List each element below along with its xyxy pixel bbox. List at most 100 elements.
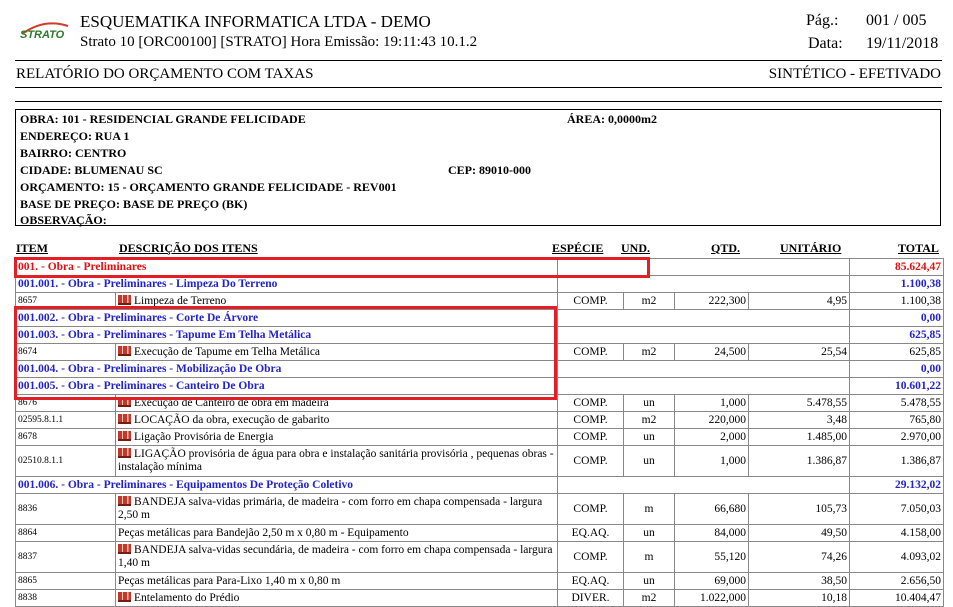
group-total: 0,00 [849,360,945,378]
logo-text: STRATO [20,29,65,41]
item-unitario: 10,18 [748,589,851,607]
item-unitario: 74,26 [748,541,851,573]
item-description: LOCAÇÃO da obra, execução de gabarito [114,411,559,429]
empty-cell [557,360,851,378]
empty-cell [557,275,851,293]
brick-icon [118,544,131,554]
col-unitario: UNITÁRIO [780,241,842,255]
item-und: un [623,445,676,477]
obra-name: OBRA: 101 - RESIDENCIAL GRANDE FELICIDAD… [20,112,306,126]
item-especie: COMP. [557,445,625,477]
highlight-box [14,257,650,278]
item-total: 2.970,00 [849,428,945,446]
item-especie: COMP. [557,411,625,429]
item-total: 625,85 [849,343,945,361]
item-total: 10.404,47 [849,589,945,607]
item-row: 02595.8.1.1 LOCAÇÃO da obra, execução de … [15,411,945,429]
item-qtd: 24,500 [674,343,750,361]
item-description: BANDEJA salva-vidas primária, de madeira… [114,493,559,525]
page-value: 001 / 005 [866,12,927,29]
item-especie: EQ.AQ. [557,524,625,542]
group-total: 0,00 [849,309,945,327]
item-total: 4.158,00 [849,524,945,542]
obra-cidade: CIDADE: BLUMENAU SC [20,163,163,177]
item-qtd: 66,680 [674,493,750,525]
item-qtd: 1,000 [674,445,750,477]
item-especie: DIVER. [557,589,625,607]
item-code: 8836 [15,493,116,525]
item-row: 8837 BANDEJA salva-vidas secundária, de m… [15,541,945,573]
item-row: 8838 Entelamento do Prédio DIVER. m2 1.022,0… [15,589,945,607]
item-row: 8836 BANDEJA salva-vidas primária, de mad… [15,493,945,525]
strato-logo: STRATO [20,22,69,41]
obra-base-preco: BASE DE PREÇO: BASE DE PREÇO (BK) [20,197,248,211]
brick-icon [118,448,131,458]
item-description-text: BANDEJA salva-vidas secundária, de madei… [118,544,553,569]
group-label: 001.006. - Obra - Preliminares - Equipam… [14,476,559,494]
item-description: Peças metálicas para Bandejão 2,50 m x 0… [114,524,559,542]
item-description: Entelamento do Prédio [114,589,559,607]
item-description-text: Ligação Provisória de Energia [134,431,274,443]
item-qtd: 69,000 [674,572,750,590]
highlight-box [14,306,557,400]
item-total: 5.478,55 [849,394,945,412]
item-qtd: 84,000 [674,524,750,542]
page-label: Pág.: [806,12,839,29]
item-description-text: BANDEJA salva-vidas primária, de madeira… [118,496,543,521]
item-und: m [623,493,676,525]
item-total: 1.386,87 [849,445,945,477]
group-total: 29.132,02 [849,476,945,494]
item-qtd: 2,000 [674,428,750,446]
item-unitario: 5.478,55 [748,394,851,412]
item-code: 02510.8.1.1 [15,445,116,477]
item-especie: COMP. [557,541,625,573]
item-und: m [623,541,676,573]
group-row: 001.006. - Obra - Preliminares - Equipam… [14,476,945,494]
group-label: 001.001. - Obra - Preliminares - Limpeza… [14,275,559,293]
item-especie: COMP. [557,292,625,310]
item-qtd: 1.022,000 [674,589,750,607]
report-title: RELATÓRIO DO ORÇAMENTO COM TAXAS [16,66,314,82]
item-und: m2 [623,589,676,607]
item-total: 765,80 [849,411,945,429]
item-und: un [623,572,676,590]
brick-icon [118,496,131,506]
divider [15,60,942,61]
item-especie: COMP. [557,493,625,525]
date-label: Data: [808,35,843,52]
brick-icon [118,295,131,305]
item-und: un [623,394,676,412]
item-row: 8865 Peças metálicas para Para-Lixo 1,40 … [15,572,945,590]
obra-info-box: OBRA: 101 - RESIDENCIAL GRANDE FELICIDAD… [15,109,941,227]
item-unitario: 25,54 [748,343,851,361]
item-description-text: Peças metálicas para Bandejão 2,50 m x 0… [118,527,409,539]
obra-endereco: ENDEREÇO: RUA 1 [20,129,130,143]
brick-icon [118,592,131,602]
divider [15,101,942,102]
item-description-text: LOCAÇÃO da obra, execução de gabarito [134,414,330,426]
col-especie: ESPÉCIE [552,241,604,255]
group-total: 85.624,47 [849,258,945,276]
item-und: m2 [623,411,676,429]
obra-orcamento: ORÇAMENTO: 15 - ORÇAMENTO GRANDE FELICID… [20,180,397,194]
item-code: 8837 [15,541,116,573]
item-unitario: 4,95 [748,292,851,310]
obra-area: ÁREA: 0,0000m2 [567,112,657,126]
divider [15,87,942,88]
item-row: 8864 Peças metálicas para Bandejão 2,50 m… [15,524,945,542]
item-unitario: 105,73 [748,493,851,525]
item-qtd: 220,000 [674,411,750,429]
item-description: Ligação Provisória de Energia [114,428,559,446]
item-unitario: 1.485,00 [748,428,851,446]
item-unitario: 1.386,87 [748,445,851,477]
obra-observacao: OBSERVAÇÃO: [20,213,107,227]
item-especie: COMP. [557,343,625,361]
item-especie: COMP. [557,428,625,446]
brick-icon [118,431,131,441]
col-descricao: DESCRIÇÃO DOS ITENS [119,241,258,255]
group-total: 10.601,22 [849,377,945,395]
col-item: ITEM [16,241,49,255]
empty-cell [557,377,851,395]
item-description-text: LIGAÇÃO provisória de água para obra e i… [118,448,554,473]
item-qtd: 55,120 [674,541,750,573]
